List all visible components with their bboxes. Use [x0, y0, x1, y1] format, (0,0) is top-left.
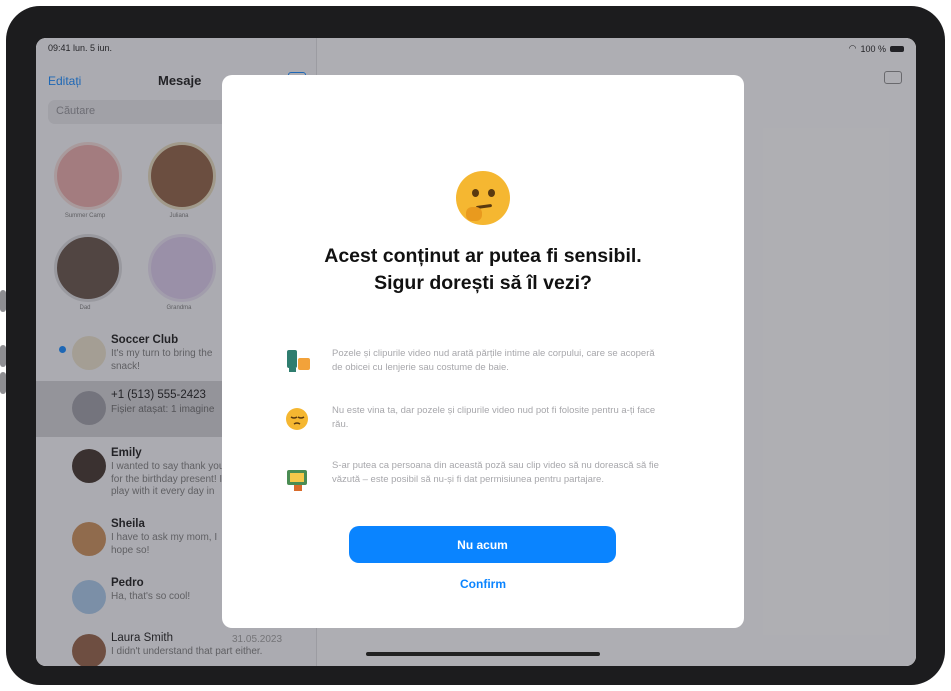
sensitive-content-dialog: Acest conținut ar putea fi sensibil. Sig… [222, 75, 744, 628]
not-now-button[interactable]: Nu acum [349, 526, 616, 563]
emoji-eye [472, 189, 479, 197]
emoji-eye [488, 189, 495, 197]
camera-person-icon [284, 467, 314, 493]
bullet-text: S-ar putea ca persoana din această poză … [332, 460, 659, 485]
pensive-face-icon [284, 406, 314, 432]
confirm-button[interactable]: Confirm [222, 577, 744, 591]
clothing-icon [284, 348, 314, 374]
emoji-hand [466, 207, 482, 221]
thinking-face-icon [456, 171, 510, 225]
volume-down-button [0, 372, 6, 394]
dialog-title-line1: Acest conținut ar putea fi sensibil. [324, 245, 642, 267]
dialog-title: Acest conținut ar putea fi sensibil. Sig… [222, 243, 744, 297]
dialog-title-line2: Sigur dorești să îl vezi? [374, 272, 592, 294]
volume-up-button [0, 345, 6, 367]
bullet-text: Nu este vina ta, dar pozele și clipurile… [332, 405, 656, 430]
home-indicator [366, 652, 600, 656]
side-button [0, 290, 6, 312]
bullet-text: Pozele și clipurile video nud arată părț… [332, 348, 655, 373]
